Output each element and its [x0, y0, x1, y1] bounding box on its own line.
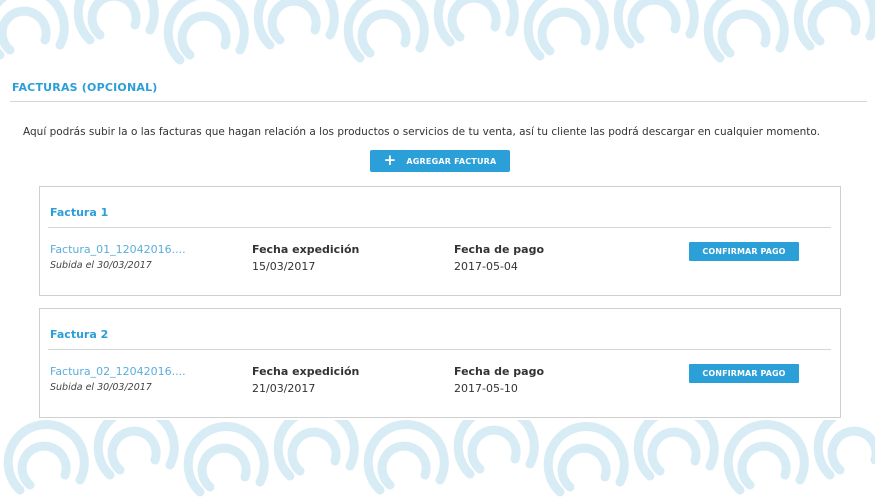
- payment-date-value: 2017-05-04: [454, 260, 518, 273]
- confirm-payment-button[interactable]: CONFIRMAR PAGO: [689, 364, 799, 383]
- decorative-pattern-top: [0, 0, 875, 68]
- card-divider: [48, 349, 831, 350]
- decorative-pattern-bottom: [0, 420, 875, 499]
- issue-date-value: 21/03/2017: [252, 382, 316, 395]
- card-divider: [48, 227, 831, 228]
- invoice-upload-date: Subida el 30/03/2017: [50, 260, 152, 271]
- invoice-file-link[interactable]: Factura_01_12042016....: [50, 243, 186, 256]
- plus-icon: +: [383, 151, 397, 169]
- confirm-payment-button[interactable]: CONFIRMAR PAGO: [689, 242, 799, 261]
- invoices-section: FACTURAS (OPCIONAL) Aquí podrás subir la…: [0, 68, 875, 420]
- invoice-title: Factura 1: [50, 206, 109, 219]
- payment-date-label: Fecha de pago: [454, 243, 545, 256]
- pattern-top-svg: [0, 0, 875, 68]
- payment-date-label: Fecha de pago: [454, 365, 545, 378]
- issue-date-label: Fecha expedición: [252, 243, 360, 256]
- invoice-file-link[interactable]: Factura_02_12042016....: [50, 365, 186, 378]
- add-invoice-label: AGREGAR FACTURA: [406, 156, 497, 166]
- issue-date-value: 15/03/2017: [252, 260, 316, 273]
- issue-date-label: Fecha expedición: [252, 365, 360, 378]
- invoice-title: Factura 2: [50, 328, 109, 341]
- invoice-card: Factura 1 Factura_01_12042016.... Subida…: [39, 186, 841, 296]
- add-invoice-button[interactable]: + AGREGAR FACTURA: [370, 150, 510, 172]
- invoice-upload-date: Subida el 30/03/2017: [50, 382, 152, 393]
- pattern-bottom-svg: [0, 420, 875, 499]
- payment-date-value: 2017-05-10: [454, 382, 518, 395]
- invoice-card: Factura 2 Factura_02_12042016.... Subida…: [39, 308, 841, 418]
- section-intro-text: Aquí podrás subir la o las facturas que …: [23, 126, 820, 138]
- section-title: FACTURAS (OPCIONAL): [12, 81, 158, 94]
- section-divider: [10, 101, 867, 102]
